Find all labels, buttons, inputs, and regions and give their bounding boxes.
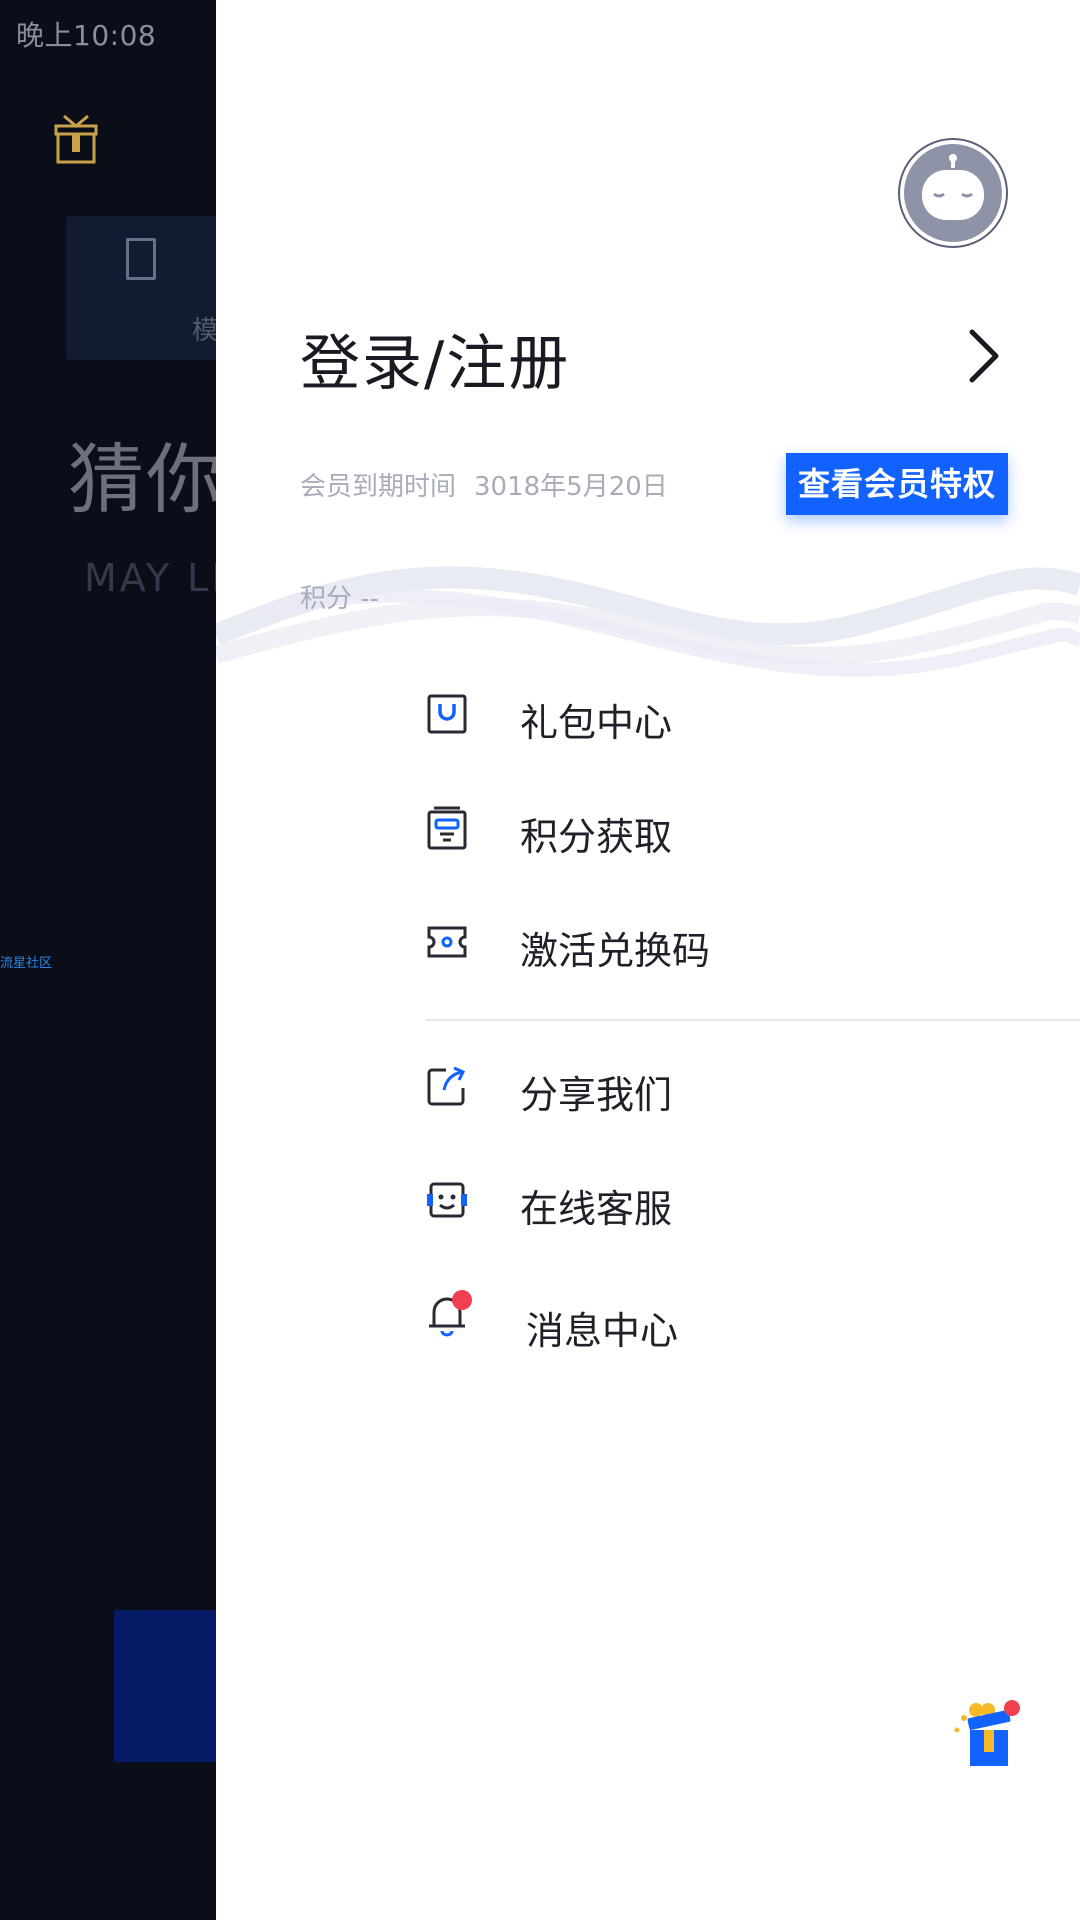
robot-avatar-icon bbox=[922, 154, 984, 220]
membership-date: 3018年5月20日 bbox=[474, 472, 668, 502]
menu-label: 在线客服 bbox=[520, 1187, 673, 1231]
card-label: 模 bbox=[192, 316, 216, 346]
customer-service-icon bbox=[427, 1182, 467, 1218]
background-headline: 猜你 bbox=[68, 435, 216, 524]
membership-expiry: 会员到期时间 3018年5月20日 bbox=[300, 466, 668, 503]
chevron-right-icon[interactable] bbox=[964, 326, 1004, 386]
menu-label: 礼包中心 bbox=[520, 701, 673, 745]
gift-bag-icon bbox=[427, 694, 467, 734]
menu-divider bbox=[426, 1019, 1080, 1021]
menu-label: 分享我们 bbox=[520, 1073, 673, 1117]
share-icon bbox=[427, 1066, 466, 1106]
points-display: 积分 -- bbox=[300, 578, 379, 615]
membership-label: 会员到期时间 bbox=[300, 472, 457, 502]
notification-badge bbox=[452, 1290, 472, 1310]
status-bar-time: 晚上10:08 bbox=[16, 19, 157, 52]
menu-label: 消息中心 bbox=[526, 1309, 679, 1353]
menu-label: 积分获取 bbox=[520, 815, 673, 859]
ticket-icon bbox=[427, 926, 467, 958]
menu-label: 激活兑换码 bbox=[520, 929, 711, 973]
points-book-icon bbox=[427, 806, 467, 850]
background-subheadline: MAY LIK bbox=[84, 556, 216, 600]
menu-item-message-center[interactable]: 消息中心 bbox=[426, 1278, 1080, 1358]
menu-item-share[interactable]: 分享我们 bbox=[426, 1048, 1080, 1128]
gift-icon[interactable] bbox=[52, 110, 100, 168]
side-drawer: 登录/注册 会员到期时间 3018年5月20日 查看会员特权 积分 -- 礼包中心… bbox=[216, 0, 1080, 1920]
view-vip-privileges-button[interactable]: 查看会员特权 bbox=[786, 453, 1008, 515]
wave-decoration bbox=[216, 566, 1080, 677]
card-icon bbox=[126, 238, 156, 280]
community-link[interactable]: 流星社区 bbox=[0, 952, 52, 971]
menu-item-gift-center[interactable]: 礼包中心 bbox=[426, 676, 1080, 756]
points-value: -- bbox=[360, 584, 380, 614]
menu-item-get-points[interactable]: 积分获取 bbox=[426, 790, 1080, 870]
background-button[interactable] bbox=[114, 1610, 216, 1762]
avatar[interactable] bbox=[898, 138, 1008, 248]
menu-item-redeem-code[interactable]: 激活兑换码 bbox=[426, 904, 1080, 984]
floating-gift-icon[interactable] bbox=[950, 1700, 1024, 1770]
menu-item-customer-service[interactable]: 在线客服 bbox=[426, 1162, 1080, 1242]
background-app: 晚上10:08 模 猜你 MAY LIK 流星社区 bbox=[0, 0, 216, 1920]
bell-icon bbox=[429, 1290, 472, 1337]
points-label: 积分 bbox=[300, 584, 353, 614]
login-register-link[interactable]: 登录/注册 bbox=[300, 315, 570, 402]
